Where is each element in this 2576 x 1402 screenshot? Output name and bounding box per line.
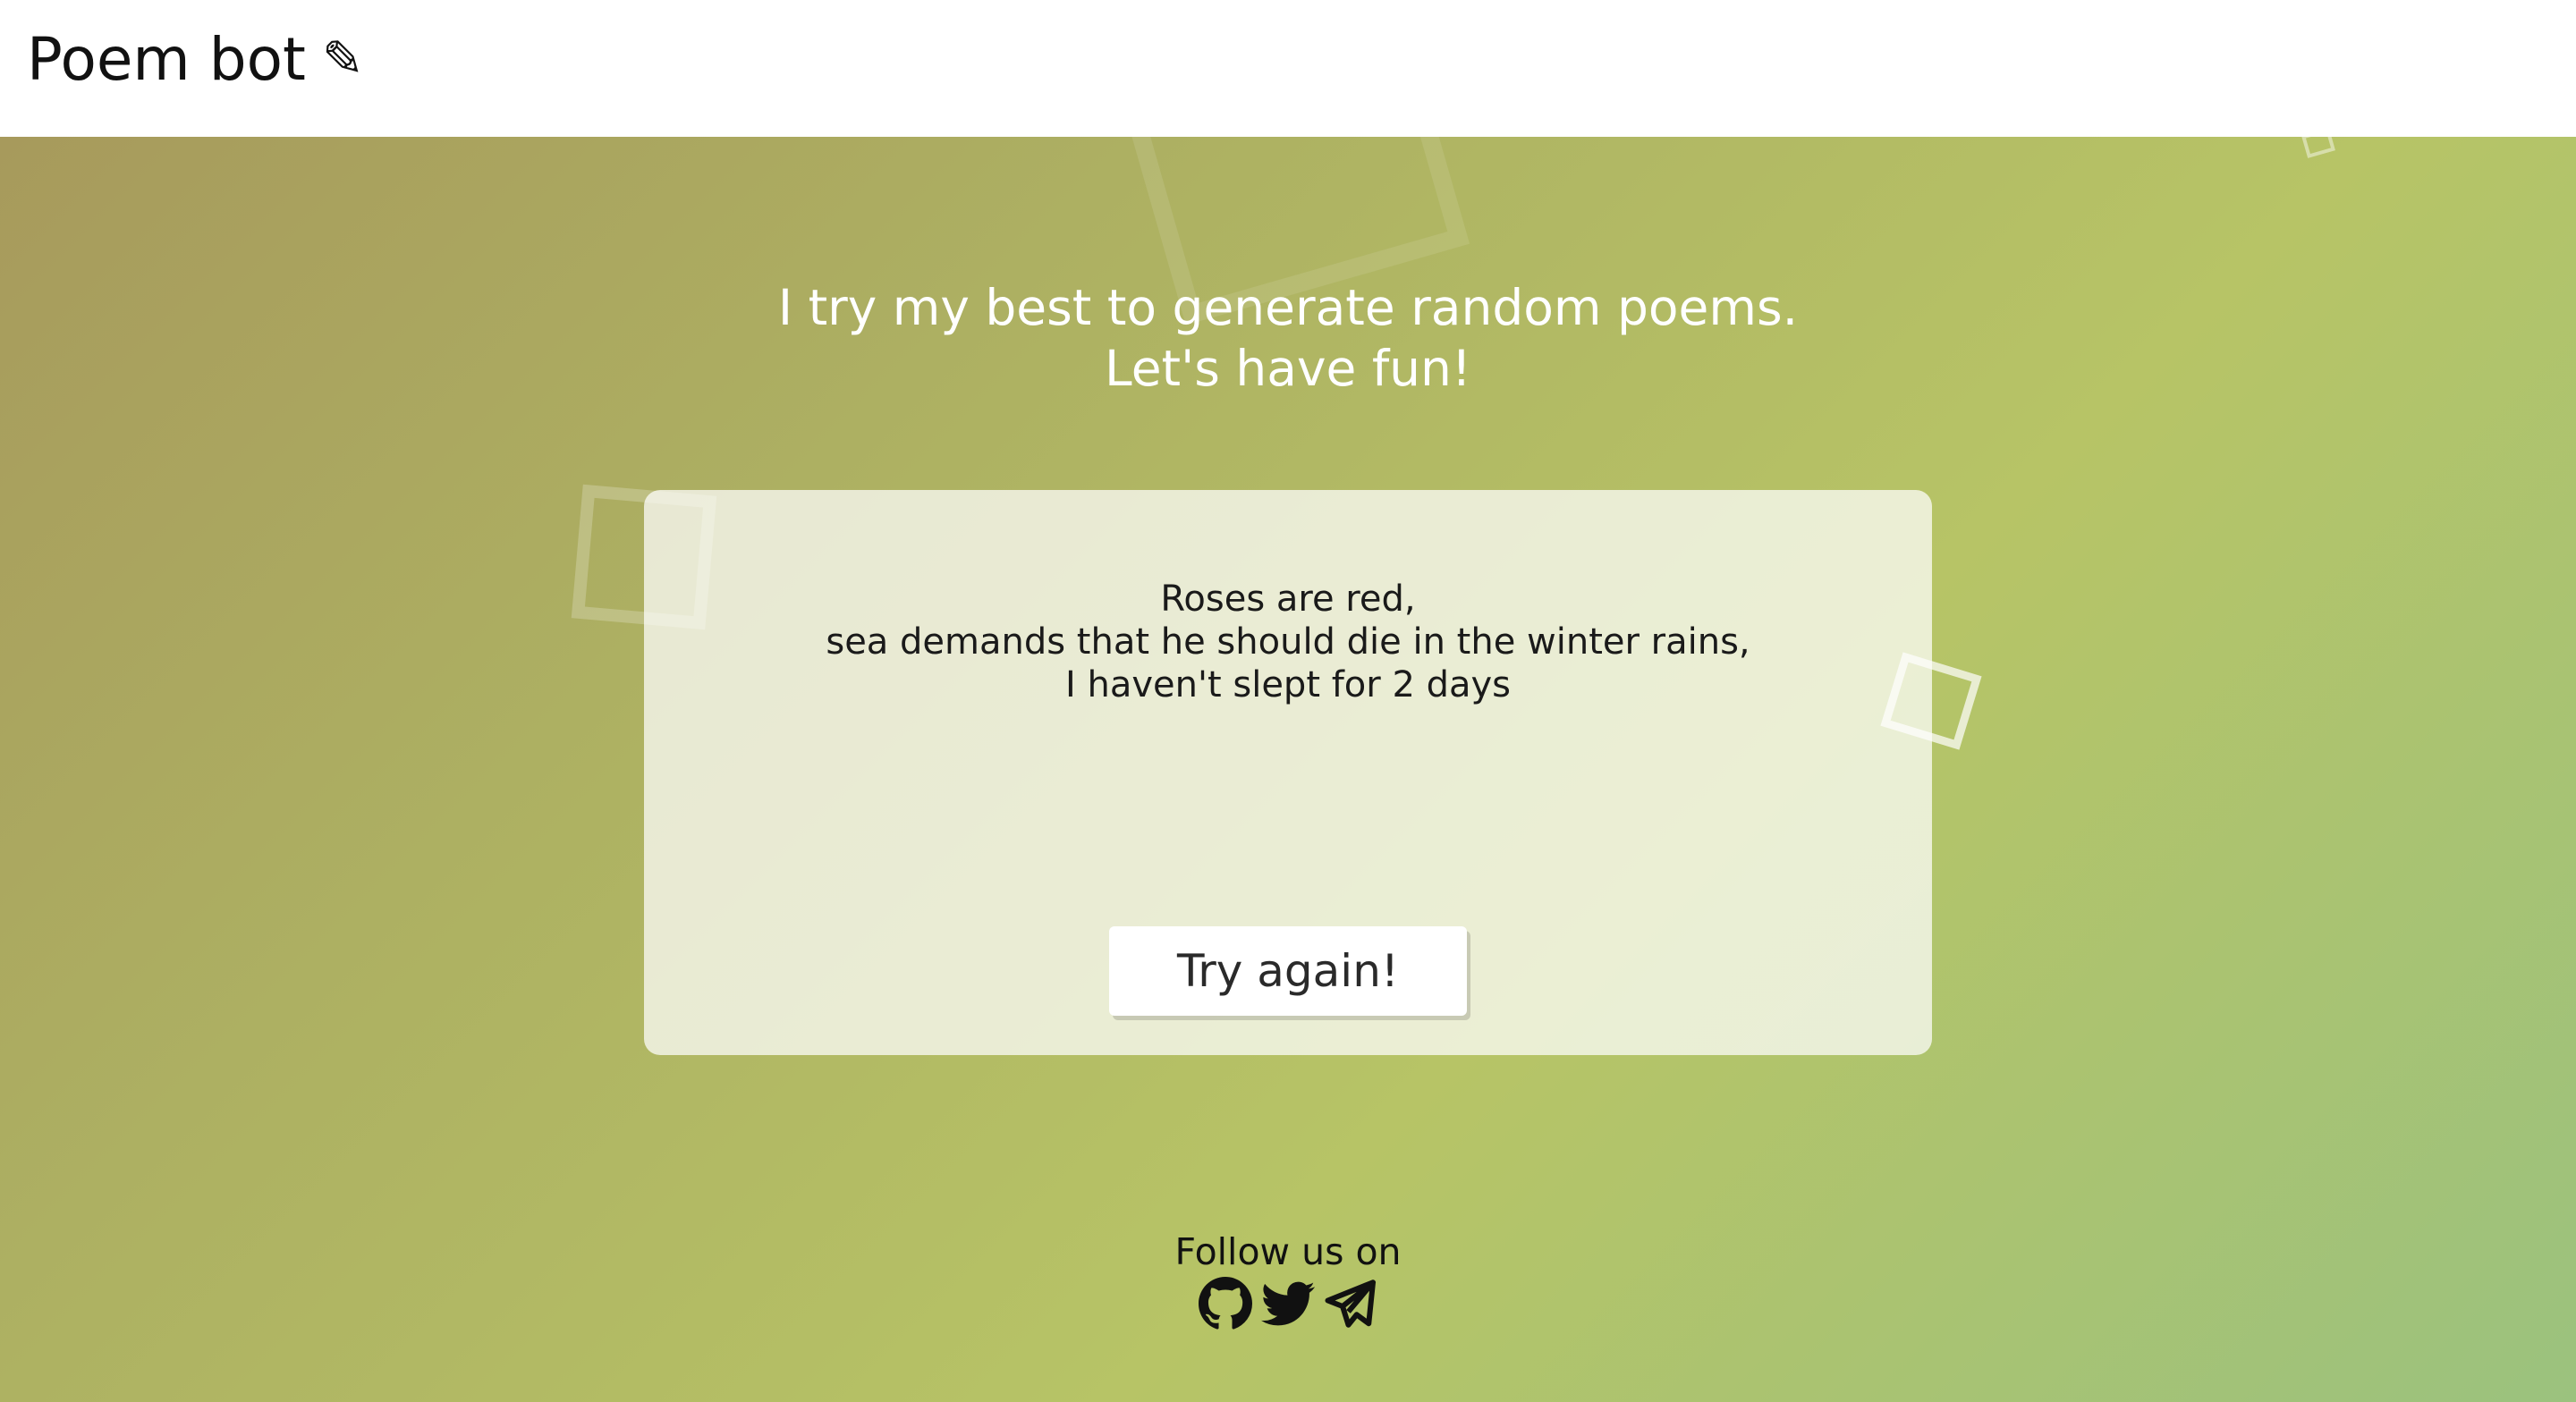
app-title[interactable]: Poem bot ✎ bbox=[27, 25, 364, 94]
twitter-icon bbox=[1261, 1281, 1315, 1326]
pencil-icon: ✎ bbox=[321, 30, 364, 89]
decorative-square bbox=[2301, 137, 2335, 158]
hero-section: I try my best to generate random poems. … bbox=[0, 137, 2576, 1402]
poem-line: I haven't slept for 2 days bbox=[1064, 664, 1512, 705]
social-links bbox=[0, 1277, 2576, 1330]
tagline-line-2: Let's have fun! bbox=[1105, 340, 1471, 397]
telegram-icon bbox=[1325, 1280, 1376, 1328]
tagline: I try my best to generate random poems. … bbox=[0, 277, 2576, 399]
poem-line: sea demands that he should die in the wi… bbox=[826, 621, 1750, 663]
github-icon bbox=[1199, 1277, 1252, 1330]
github-link[interactable] bbox=[1199, 1277, 1252, 1330]
header: Poem bot ✎ bbox=[0, 0, 2576, 137]
poem-text: Roses are red, sea demands that he shoul… bbox=[644, 578, 1932, 706]
telegram-link[interactable] bbox=[1324, 1277, 1377, 1330]
follow-label: Follow us on bbox=[1174, 1230, 1402, 1273]
app-title-text: Poem bot bbox=[27, 25, 306, 94]
try-again-button[interactable]: Try again! bbox=[1109, 926, 1467, 1016]
poem-line: Roses are red, bbox=[1160, 579, 1416, 620]
twitter-link[interactable] bbox=[1261, 1277, 1315, 1330]
tagline-line-1: I try my best to generate random poems. bbox=[777, 279, 1799, 336]
poem-card: Roses are red, sea demands that he shoul… bbox=[644, 490, 1932, 1055]
